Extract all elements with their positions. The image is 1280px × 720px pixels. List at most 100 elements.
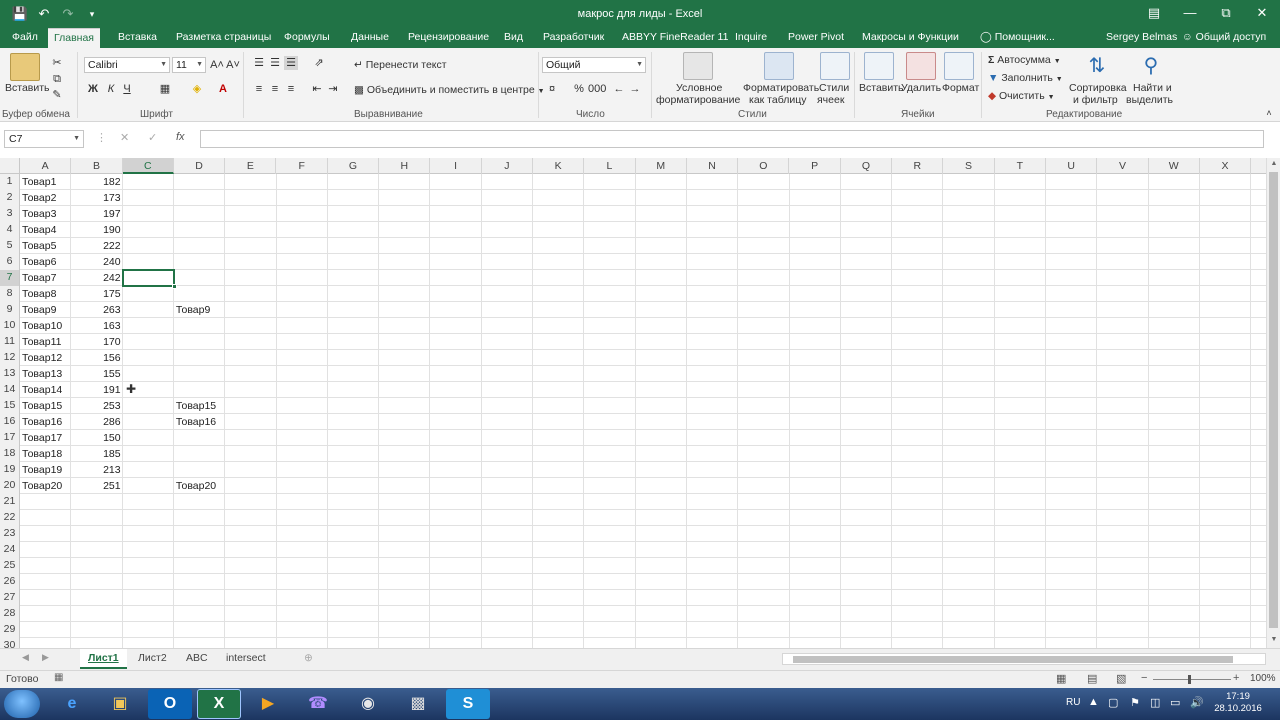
- number-format-combo[interactable]: Общий ▼: [542, 57, 646, 73]
- find-select-label-2[interactable]: выделить: [1126, 94, 1173, 106]
- autosum-button[interactable]: Σ Автосумма ▼: [988, 54, 1061, 68]
- cell-a[interactable]: Товар19: [20, 462, 71, 478]
- cell-b[interactable]: 222: [71, 238, 122, 254]
- cell-a[interactable]: Товар14: [20, 382, 71, 398]
- bold-button[interactable]: Ж: [86, 82, 100, 96]
- column-header-v[interactable]: V: [1097, 158, 1149, 174]
- conditional-formatting-label-2[interactable]: форматирование: [656, 94, 740, 106]
- row-header[interactable]: 28: [0, 606, 20, 622]
- format-cells-icon[interactable]: [944, 52, 974, 80]
- tab-review[interactable]: Рецензирование: [402, 28, 495, 48]
- sheet-prev-icon[interactable]: ◀: [22, 652, 29, 663]
- tab-developer[interactable]: Разработчик: [537, 28, 610, 48]
- cancel-icon[interactable]: ✕: [120, 131, 129, 144]
- tab-page-layout[interactable]: Разметка страницы: [170, 28, 277, 48]
- zoom-slider-thumb[interactable]: [1188, 675, 1191, 684]
- insert-cells-button[interactable]: Вставить: [859, 82, 904, 94]
- row-header[interactable]: 19: [0, 462, 20, 478]
- find-select-icon[interactable]: ⚲: [1136, 52, 1166, 80]
- cell-d[interactable]: [174, 286, 225, 302]
- name-box[interactable]: C7 ▼: [4, 130, 84, 148]
- cell-b[interactable]: 185: [71, 446, 122, 462]
- cell-b[interactable]: 173: [71, 190, 122, 206]
- cell-a[interactable]: [20, 542, 71, 558]
- sheet-tab-intersect[interactable]: intersect: [218, 649, 274, 669]
- insert-function-icon[interactable]: fx: [176, 131, 185, 143]
- tab-file[interactable]: Файл: [6, 28, 44, 48]
- find-select-label-1[interactable]: Найти и: [1133, 82, 1172, 94]
- row-header[interactable]: 21: [0, 494, 20, 510]
- horizontal-scrollbar[interactable]: [782, 653, 1266, 665]
- tab-power-pivot[interactable]: Power Pivot: [782, 28, 850, 48]
- language-indicator[interactable]: RU: [1066, 697, 1080, 720]
- cell-b[interactable]: 150: [71, 430, 122, 446]
- cell-d[interactable]: [174, 174, 225, 190]
- cell-d[interactable]: Товар20: [174, 478, 225, 494]
- conditional-formatting-icon[interactable]: [683, 52, 713, 80]
- sort-filter-icon[interactable]: ⇅: [1082, 52, 1112, 80]
- user-name[interactable]: Sergey Belmas: [1106, 28, 1177, 47]
- sheet-tab-list1[interactable]: Лист1: [80, 649, 127, 669]
- shrink-font-icon[interactable]: A˅: [226, 58, 240, 72]
- row-header[interactable]: 26: [0, 574, 20, 590]
- cell-a[interactable]: [20, 510, 71, 526]
- row-header[interactable]: 27: [0, 590, 20, 606]
- cell-d[interactable]: [174, 590, 225, 606]
- column-header-b[interactable]: B: [71, 158, 123, 174]
- cell-a[interactable]: [20, 638, 71, 648]
- row-header[interactable]: 6: [0, 254, 20, 270]
- cell-b[interactable]: 170: [71, 334, 122, 350]
- cell-d[interactable]: [174, 606, 225, 622]
- share-button[interactable]: ☺ Общий доступ: [1182, 28, 1266, 47]
- cell-a[interactable]: Товар11: [20, 334, 71, 350]
- cell-b[interactable]: 191: [71, 382, 122, 398]
- clock[interactable]: 17:19 28.10.2016: [1208, 691, 1268, 715]
- tab-formulas[interactable]: Формулы: [278, 28, 336, 48]
- restore-icon[interactable]: ⧉: [1208, 0, 1244, 28]
- cell-a[interactable]: [20, 622, 71, 638]
- cell-d[interactable]: [174, 222, 225, 238]
- sheet-tab-list2[interactable]: Лист2: [130, 649, 175, 669]
- cell-b[interactable]: [71, 590, 122, 606]
- network-icon[interactable]: ◫: [1150, 696, 1160, 720]
- row-header[interactable]: 22: [0, 510, 20, 526]
- row-header[interactable]: 15: [0, 398, 20, 414]
- cell-d[interactable]: [174, 430, 225, 446]
- cell-a[interactable]: [20, 574, 71, 590]
- orientation-icon[interactable]: ⇗: [312, 56, 326, 70]
- italic-button[interactable]: К: [104, 82, 118, 96]
- merge-center-button[interactable]: ▩ Объединить и поместить в центре ▼: [354, 84, 545, 98]
- cell-d[interactable]: [174, 494, 225, 510]
- format-as-table-icon[interactable]: [764, 52, 794, 80]
- cell-a[interactable]: Товар7: [20, 270, 71, 286]
- sheet-next-icon[interactable]: ▶: [42, 652, 49, 663]
- align-center-icon[interactable]: ≡: [268, 82, 282, 96]
- row-header[interactable]: 13: [0, 366, 20, 382]
- cell-d[interactable]: [174, 270, 225, 286]
- decrease-indent-icon[interactable]: ⇤: [310, 82, 324, 96]
- row-header[interactable]: 10: [0, 318, 20, 334]
- currency-icon[interactable]: ¤: [545, 82, 559, 96]
- cell-d[interactable]: [174, 206, 225, 222]
- format-as-table-label-2[interactable]: как таблицу: [749, 94, 807, 106]
- scroll-up-icon[interactable]: ▲: [1267, 160, 1280, 167]
- cell-a[interactable]: Товар5: [20, 238, 71, 254]
- file-explorer-icon[interactable]: ▣: [98, 689, 142, 719]
- row-header[interactable]: 2: [0, 190, 20, 206]
- row-header[interactable]: 1: [0, 174, 20, 190]
- internet-explorer-icon[interactable]: e: [50, 689, 94, 719]
- scroll-down-icon[interactable]: ▼: [1267, 636, 1280, 643]
- cell-b[interactable]: 263: [71, 302, 122, 318]
- enter-icon[interactable]: ✓: [148, 131, 157, 144]
- cell-d[interactable]: [174, 254, 225, 270]
- chrome-icon[interactable]: ◉: [346, 689, 390, 719]
- cell-b[interactable]: [71, 574, 122, 590]
- cell-a[interactable]: [20, 526, 71, 542]
- row-header[interactable]: 16: [0, 414, 20, 430]
- cell-d[interactable]: [174, 238, 225, 254]
- paste-button[interactable]: Вставить: [5, 82, 50, 94]
- add-sheet-icon[interactable]: ⊕: [296, 649, 321, 669]
- column-header-s[interactable]: S: [943, 158, 995, 174]
- zoom-out-button[interactable]: −: [1141, 672, 1147, 684]
- format-as-table-label-1[interactable]: Форматировать: [743, 82, 819, 94]
